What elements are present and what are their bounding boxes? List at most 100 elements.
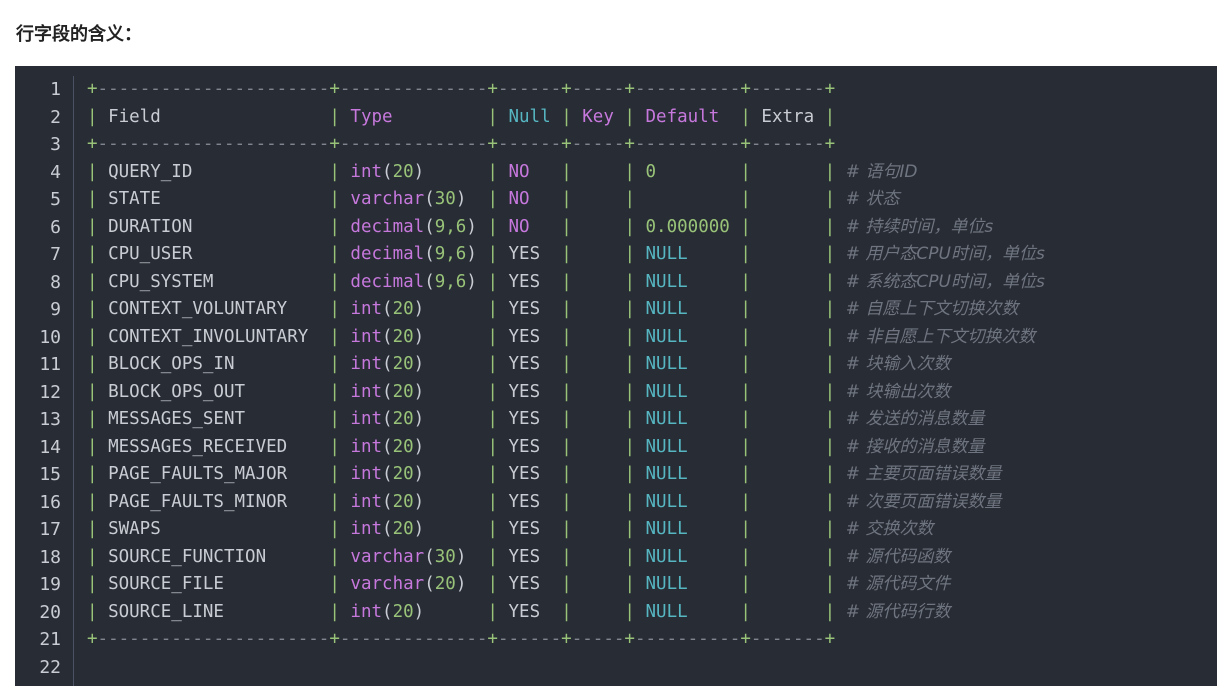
field-name: CONTEXT_INVOLUNTARY: [108, 326, 309, 347]
pipe: |: [329, 326, 351, 347]
border-segment: -----: [571, 629, 625, 649]
default-value: NULL: [645, 299, 688, 319]
pipe: |: [561, 326, 583, 347]
pipe: |: [740, 189, 762, 209]
type-keyword: int: [350, 436, 383, 457]
table-row: | SWAPS | int(20) | YES | | NULL | | # 交…: [87, 516, 1045, 544]
table-row: | CPU_USER | decimal(9,6) | YES | | NULL…: [87, 241, 1045, 269]
border-segment: --------------: [339, 629, 488, 649]
pipe: |: [624, 519, 646, 539]
border-segment: +: [824, 629, 836, 649]
pipe: |: [624, 244, 646, 264]
pipe: |: [824, 519, 846, 539]
pipe: |: [740, 271, 762, 292]
pipe: |: [824, 546, 846, 567]
paren: ): [455, 546, 467, 567]
pipe: |: [824, 216, 846, 237]
pipe: |: [87, 216, 109, 237]
table-header-row: | Field | Type | Null | Key | Default | …: [87, 104, 1045, 132]
pipe: |: [824, 436, 846, 457]
default-value: NULL: [645, 326, 688, 347]
pipe: |: [487, 574, 509, 594]
pipe: |: [487, 354, 509, 374]
pipe: |: [740, 601, 762, 622]
comment: # 系统态CPU时间，单位s: [845, 271, 1045, 292]
line-number: 1: [50, 79, 61, 100]
header-key: Key: [582, 106, 614, 127]
border-segment: -------: [750, 79, 825, 99]
pipe: |: [87, 106, 109, 127]
pipe: |: [824, 464, 846, 484]
table-row: | BLOCK_OPS_IN | int(20) | YES | | NULL …: [87, 351, 1045, 379]
paren: ): [413, 409, 425, 429]
border-segment: +: [329, 629, 340, 649]
pipe: |: [87, 354, 109, 374]
pipe: |: [740, 574, 762, 594]
pipe: |: [87, 519, 109, 539]
comment: # 用户态CPU时间，单位s: [845, 244, 1045, 264]
comment: # 块输入次数: [845, 354, 951, 374]
paren: ): [413, 601, 425, 622]
type-keyword: int: [350, 381, 383, 402]
pipe: |: [740, 244, 762, 264]
border-segment: +: [624, 134, 635, 154]
type-keyword: int: [350, 464, 383, 484]
default-value: NULL: [645, 601, 688, 622]
comment: # 块输出次数: [845, 381, 951, 402]
type-args: 20: [392, 326, 414, 347]
pipe: |: [740, 436, 762, 457]
default-value: NULL: [645, 271, 688, 292]
border-segment: -------: [750, 629, 825, 649]
border-segment: --------------: [339, 134, 488, 154]
null-value: YES: [508, 326, 541, 347]
pipe: |: [824, 244, 846, 264]
paren: (: [382, 299, 393, 319]
pipe: |: [624, 409, 646, 429]
pipe: |: [824, 601, 846, 622]
table-row: | SOURCE_FUNCTION | varchar(30) | YES | …: [87, 544, 1045, 572]
pipe: |: [561, 601, 583, 622]
pipe: |: [87, 409, 109, 429]
pipe: |: [487, 161, 509, 182]
paren: (: [382, 354, 393, 374]
type-args: 20: [392, 519, 414, 539]
paren: ): [413, 354, 425, 374]
line-number: 19: [39, 574, 61, 595]
pipe: |: [329, 601, 351, 622]
border-segment: --------------: [339, 79, 488, 99]
pipe: |: [329, 491, 351, 512]
pipe: |: [87, 574, 109, 594]
code-block[interactable]: 1 2 3 4 5 6 7 8 9 10 11 12 13 14 15 16 17 18 19 20 21 22 +---…: [15, 66, 1217, 686]
paren: (: [382, 326, 393, 347]
type-keyword: decimal: [350, 216, 425, 237]
paren: ): [466, 244, 477, 264]
pipe: |: [824, 409, 846, 429]
pipe: |: [561, 271, 583, 292]
table-row: | MESSAGES_SENT | int(20) | YES | | NULL…: [87, 406, 1045, 434]
pipe: |: [824, 299, 846, 319]
pipe: |: [87, 436, 109, 457]
paren: ): [466, 271, 477, 292]
pipe: |: [740, 326, 762, 347]
comment: # 状态: [845, 189, 900, 209]
null-value: NO: [508, 216, 530, 237]
border-segment: +: [824, 134, 836, 154]
null-value: YES: [508, 409, 541, 429]
pipe: |: [624, 326, 646, 347]
border-segment: +: [561, 629, 572, 649]
line-number: 16: [39, 491, 61, 513]
line-number: 14: [39, 436, 61, 458]
comment: # 发送的消息数量: [845, 409, 985, 429]
line-number: 7: [50, 244, 61, 265]
type-args: 20: [392, 299, 414, 319]
pipe: |: [824, 354, 846, 374]
pipe: |: [487, 244, 509, 264]
paren: ): [413, 519, 425, 539]
type-keyword: varchar: [350, 546, 425, 567]
border-segment: +: [87, 629, 98, 649]
code-content[interactable]: +----------------------+--------------+-…: [87, 76, 1045, 654]
pipe: |: [624, 546, 646, 567]
border-segment: +: [87, 79, 98, 99]
type-keyword: int: [350, 354, 383, 374]
table-row: | BLOCK_OPS_OUT | int(20) | YES | | NULL…: [87, 379, 1045, 407]
